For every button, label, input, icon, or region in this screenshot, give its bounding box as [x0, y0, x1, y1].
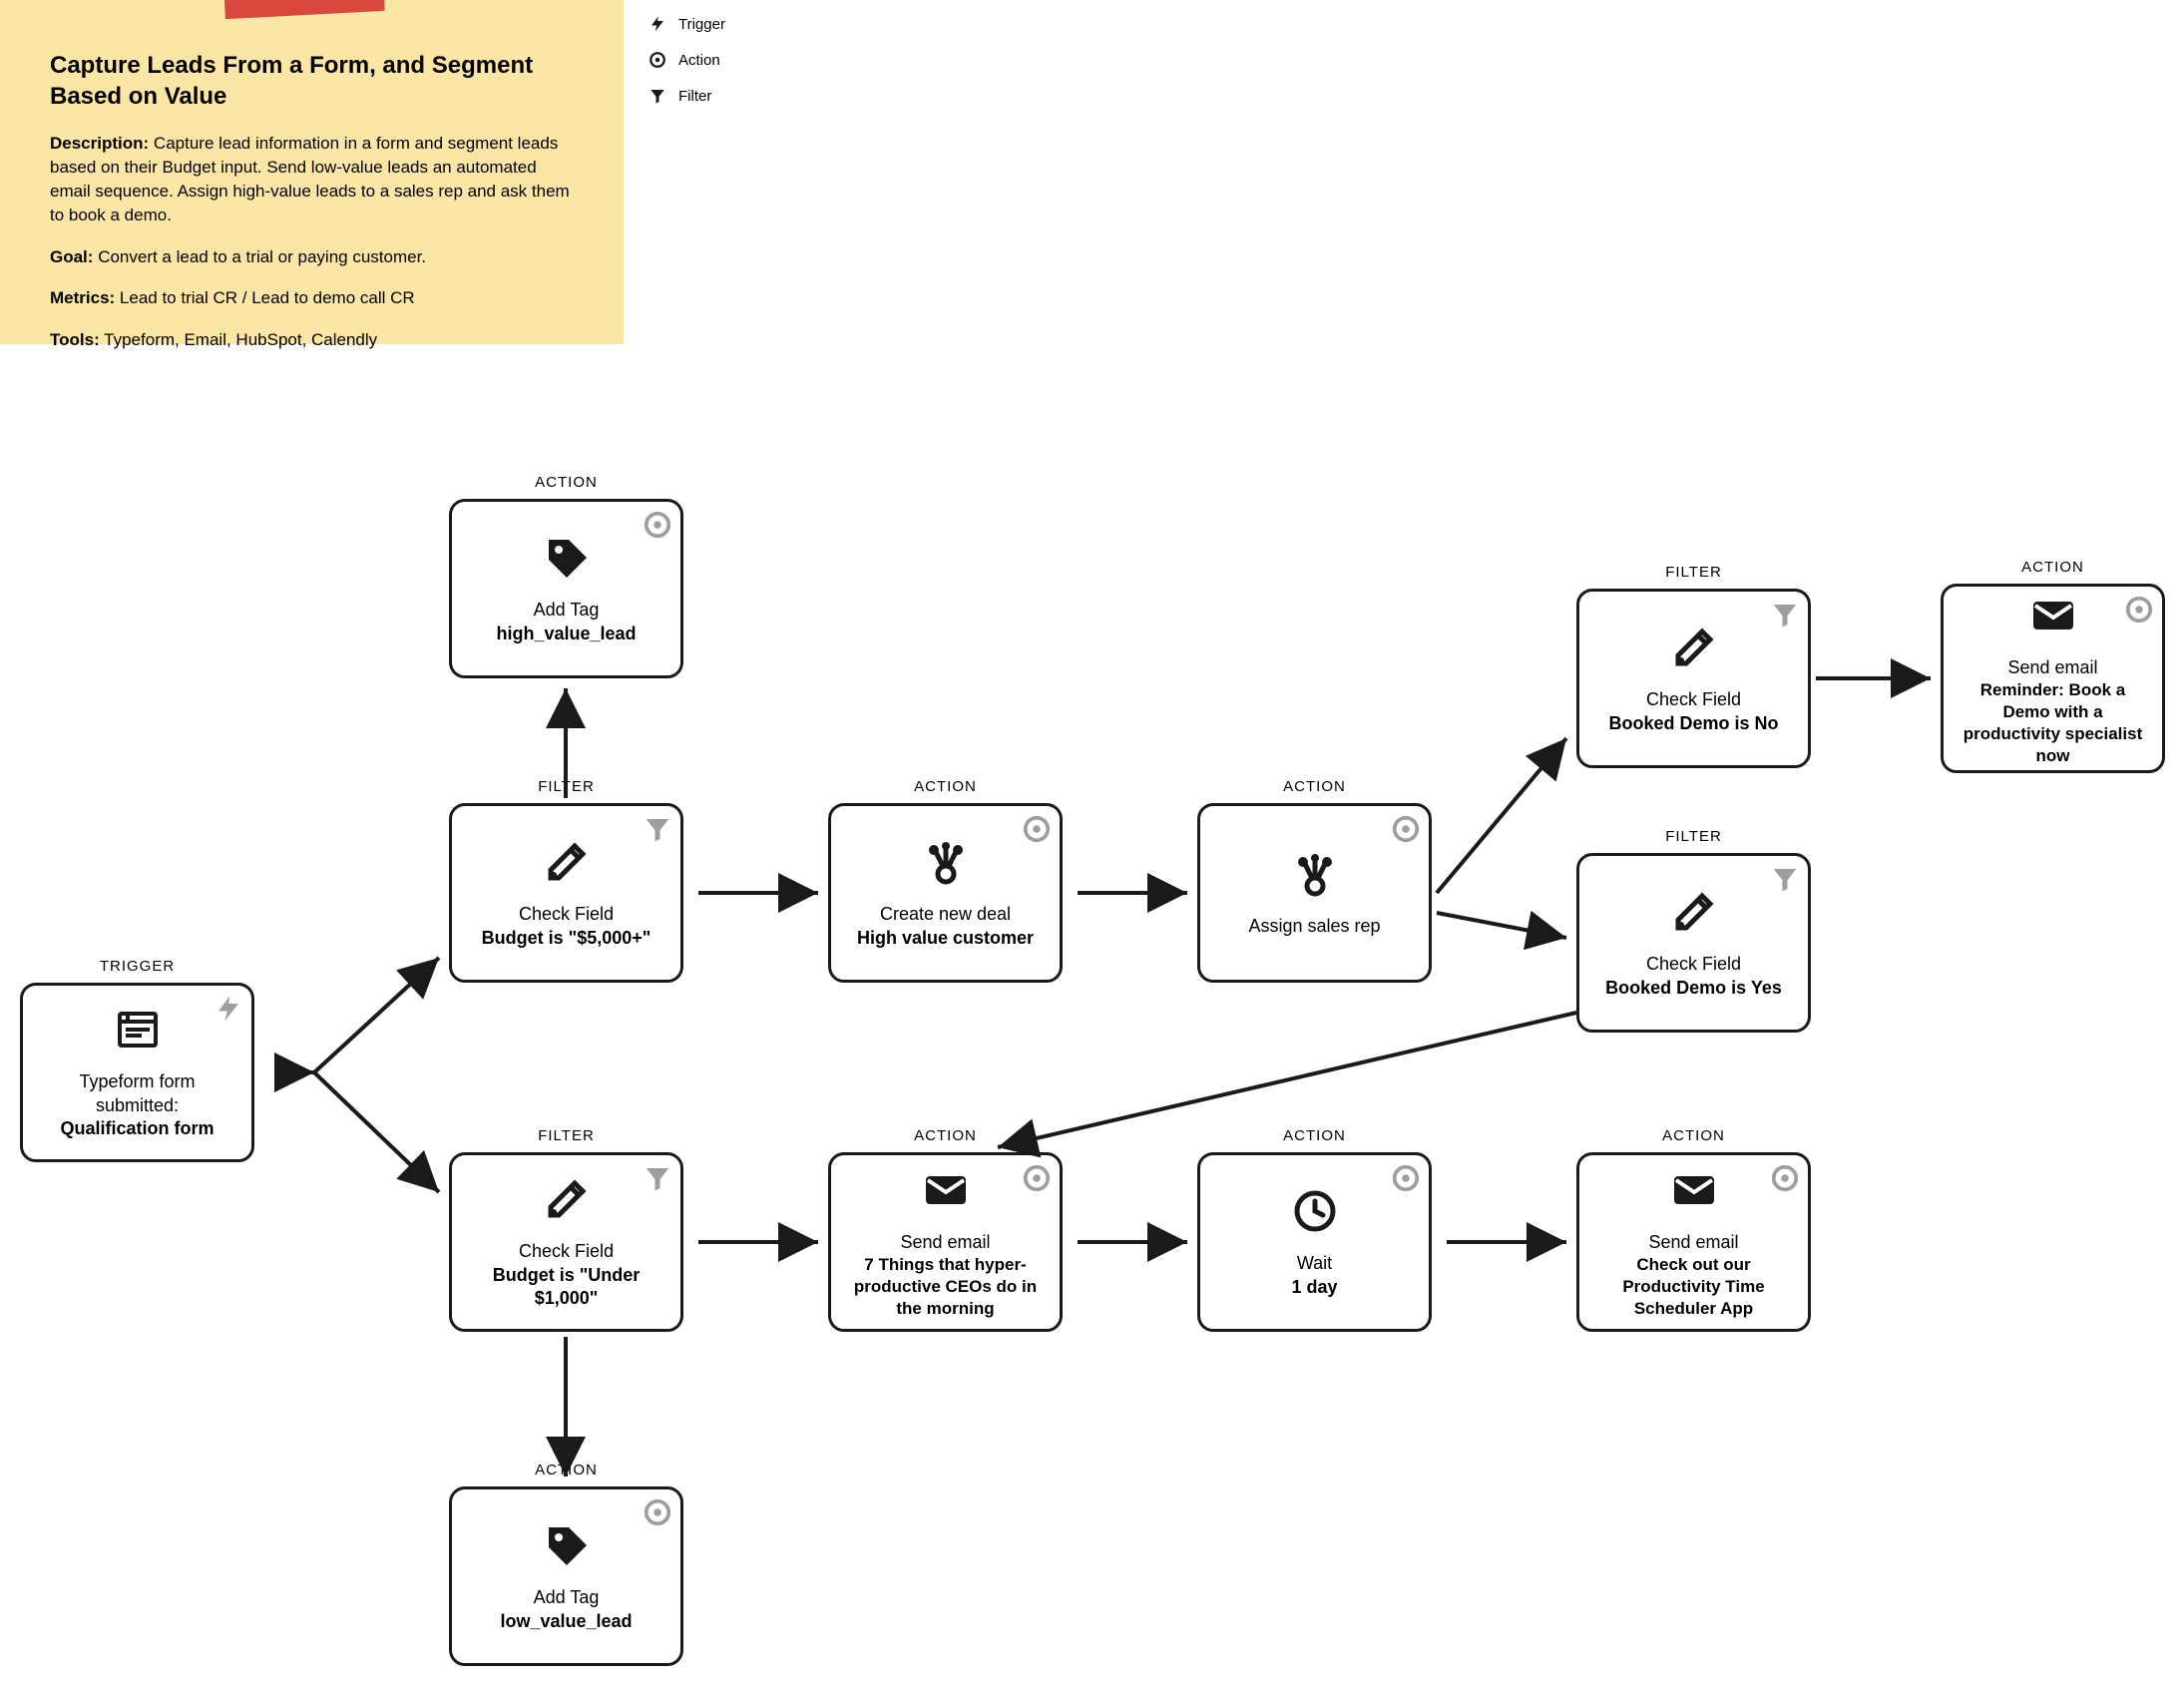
node-type-label: ACTION: [452, 1462, 680, 1478]
node-type-label: FILTER: [452, 1127, 680, 1144]
target-icon: [1022, 814, 1052, 849]
node-title: Assign sales rep: [1248, 915, 1380, 938]
node-title: Send email: [2007, 656, 2097, 679]
diagram-canvas[interactable]: TRIGGER Typeform form submitted: Qualifi…: [0, 0, 2184, 1684]
node-subtitle: Booked Demo is No: [1608, 712, 1778, 735]
node-title: Send email: [1648, 1231, 1738, 1254]
node-email-reminder[interactable]: ACTION Send email Reminder: Book a Demo …: [1941, 584, 2165, 773]
node-title: Add Tag: [534, 1586, 600, 1609]
node-title: Typeform form submitted:: [39, 1070, 235, 1117]
node-subtitle: Qualification form: [60, 1117, 214, 1140]
funnel-icon: [643, 814, 672, 849]
mail-icon: [922, 1166, 970, 1219]
target-icon: [1391, 814, 1421, 849]
node-subtitle: Reminder: Book a Demo with a productivit…: [1960, 679, 2146, 767]
node-filter-budget-low[interactable]: FILTER Check Field Budget is "Under $1,0…: [449, 1152, 683, 1332]
node-filter-budget-high[interactable]: FILTER Check Field Budget is "$5,000+": [449, 803, 683, 983]
node-email-app[interactable]: ACTION Send email Check out our Producti…: [1576, 1152, 1811, 1332]
clock-icon: [1291, 1187, 1339, 1240]
node-title: Add Tag: [534, 599, 600, 622]
node-title: Check Field: [1646, 688, 1741, 711]
node-tag-high-value[interactable]: ACTION Add Tag high_value_lead: [449, 499, 683, 678]
target-icon: [643, 1497, 672, 1532]
node-title: Check Field: [519, 1240, 614, 1263]
target-icon: [1391, 1163, 1421, 1198]
node-subtitle: Booked Demo is Yes: [1605, 977, 1782, 1000]
node-subtitle: 1 day: [1291, 1276, 1337, 1299]
node-type-label: FILTER: [1579, 564, 1808, 581]
node-subtitle: 7 Things that hyper-productive CEOs do i…: [847, 1254, 1044, 1320]
node-type-label: ACTION: [831, 778, 1060, 795]
node-filter-demo-no[interactable]: FILTER Check Field Booked Demo is No: [1576, 589, 1811, 768]
node-subtitle: High value customer: [857, 927, 1034, 950]
node-type-label: TRIGGER: [23, 958, 251, 975]
mail-icon: [2029, 592, 2077, 644]
node-filter-demo-yes[interactable]: FILTER Check Field Booked Demo is Yes: [1576, 853, 1811, 1033]
funnel-icon: [1770, 600, 1800, 634]
node-tag-low-value[interactable]: ACTION Add Tag low_value_lead: [449, 1486, 683, 1666]
node-subtitle: low_value_lead: [500, 1610, 632, 1633]
node-email-7things[interactable]: ACTION Send email 7 Things that hyper-pr…: [828, 1152, 1063, 1332]
form-icon: [114, 1006, 162, 1058]
tag-icon: [543, 534, 591, 587]
node-type-label: ACTION: [452, 474, 680, 491]
node-wait[interactable]: ACTION Wait 1 day: [1197, 1152, 1432, 1332]
target-icon: [643, 510, 672, 545]
funnel-icon: [1770, 864, 1800, 899]
mail-icon: [1670, 1166, 1718, 1219]
node-title: Send email: [900, 1231, 990, 1254]
node-title: Check Field: [1646, 953, 1741, 976]
node-subtitle: Check out our Productivity Time Schedule…: [1595, 1254, 1792, 1320]
target-icon: [2124, 595, 2154, 630]
edit-icon: [543, 838, 591, 891]
node-subtitle: Budget is "Under $1,000": [468, 1264, 664, 1311]
node-create-deal[interactable]: ACTION Create new deal High value custom…: [828, 803, 1063, 983]
node-type-label: ACTION: [1200, 778, 1429, 795]
node-type-label: ACTION: [1579, 1127, 1808, 1144]
node-type-label: ACTION: [831, 1127, 1060, 1144]
bolt-icon: [214, 994, 243, 1029]
node-type-label: FILTER: [1579, 828, 1808, 845]
node-type-label: FILTER: [452, 778, 680, 795]
edit-icon: [1670, 888, 1718, 941]
node-subtitle: high_value_lead: [496, 623, 636, 645]
funnel-icon: [643, 1163, 672, 1198]
edit-icon: [1670, 624, 1718, 676]
node-title: Create new deal: [880, 903, 1011, 926]
node-type-label: ACTION: [1944, 559, 2162, 576]
edit-icon: [543, 1175, 591, 1228]
node-subtitle: Budget is "$5,000+": [482, 927, 652, 950]
node-title: Check Field: [519, 903, 614, 926]
node-trigger[interactable]: TRIGGER Typeform form submitted: Qualifi…: [20, 983, 254, 1162]
arrows-layer: [0, 0, 2184, 1684]
hubspot-icon: [1291, 850, 1339, 903]
node-title: Wait: [1297, 1252, 1332, 1275]
target-icon: [1770, 1163, 1800, 1198]
node-assign-sales-rep[interactable]: ACTION Assign sales rep: [1197, 803, 1432, 983]
target-icon: [1022, 1163, 1052, 1198]
hubspot-icon: [922, 838, 970, 891]
tag-icon: [543, 1521, 591, 1574]
node-type-label: ACTION: [1200, 1127, 1429, 1144]
